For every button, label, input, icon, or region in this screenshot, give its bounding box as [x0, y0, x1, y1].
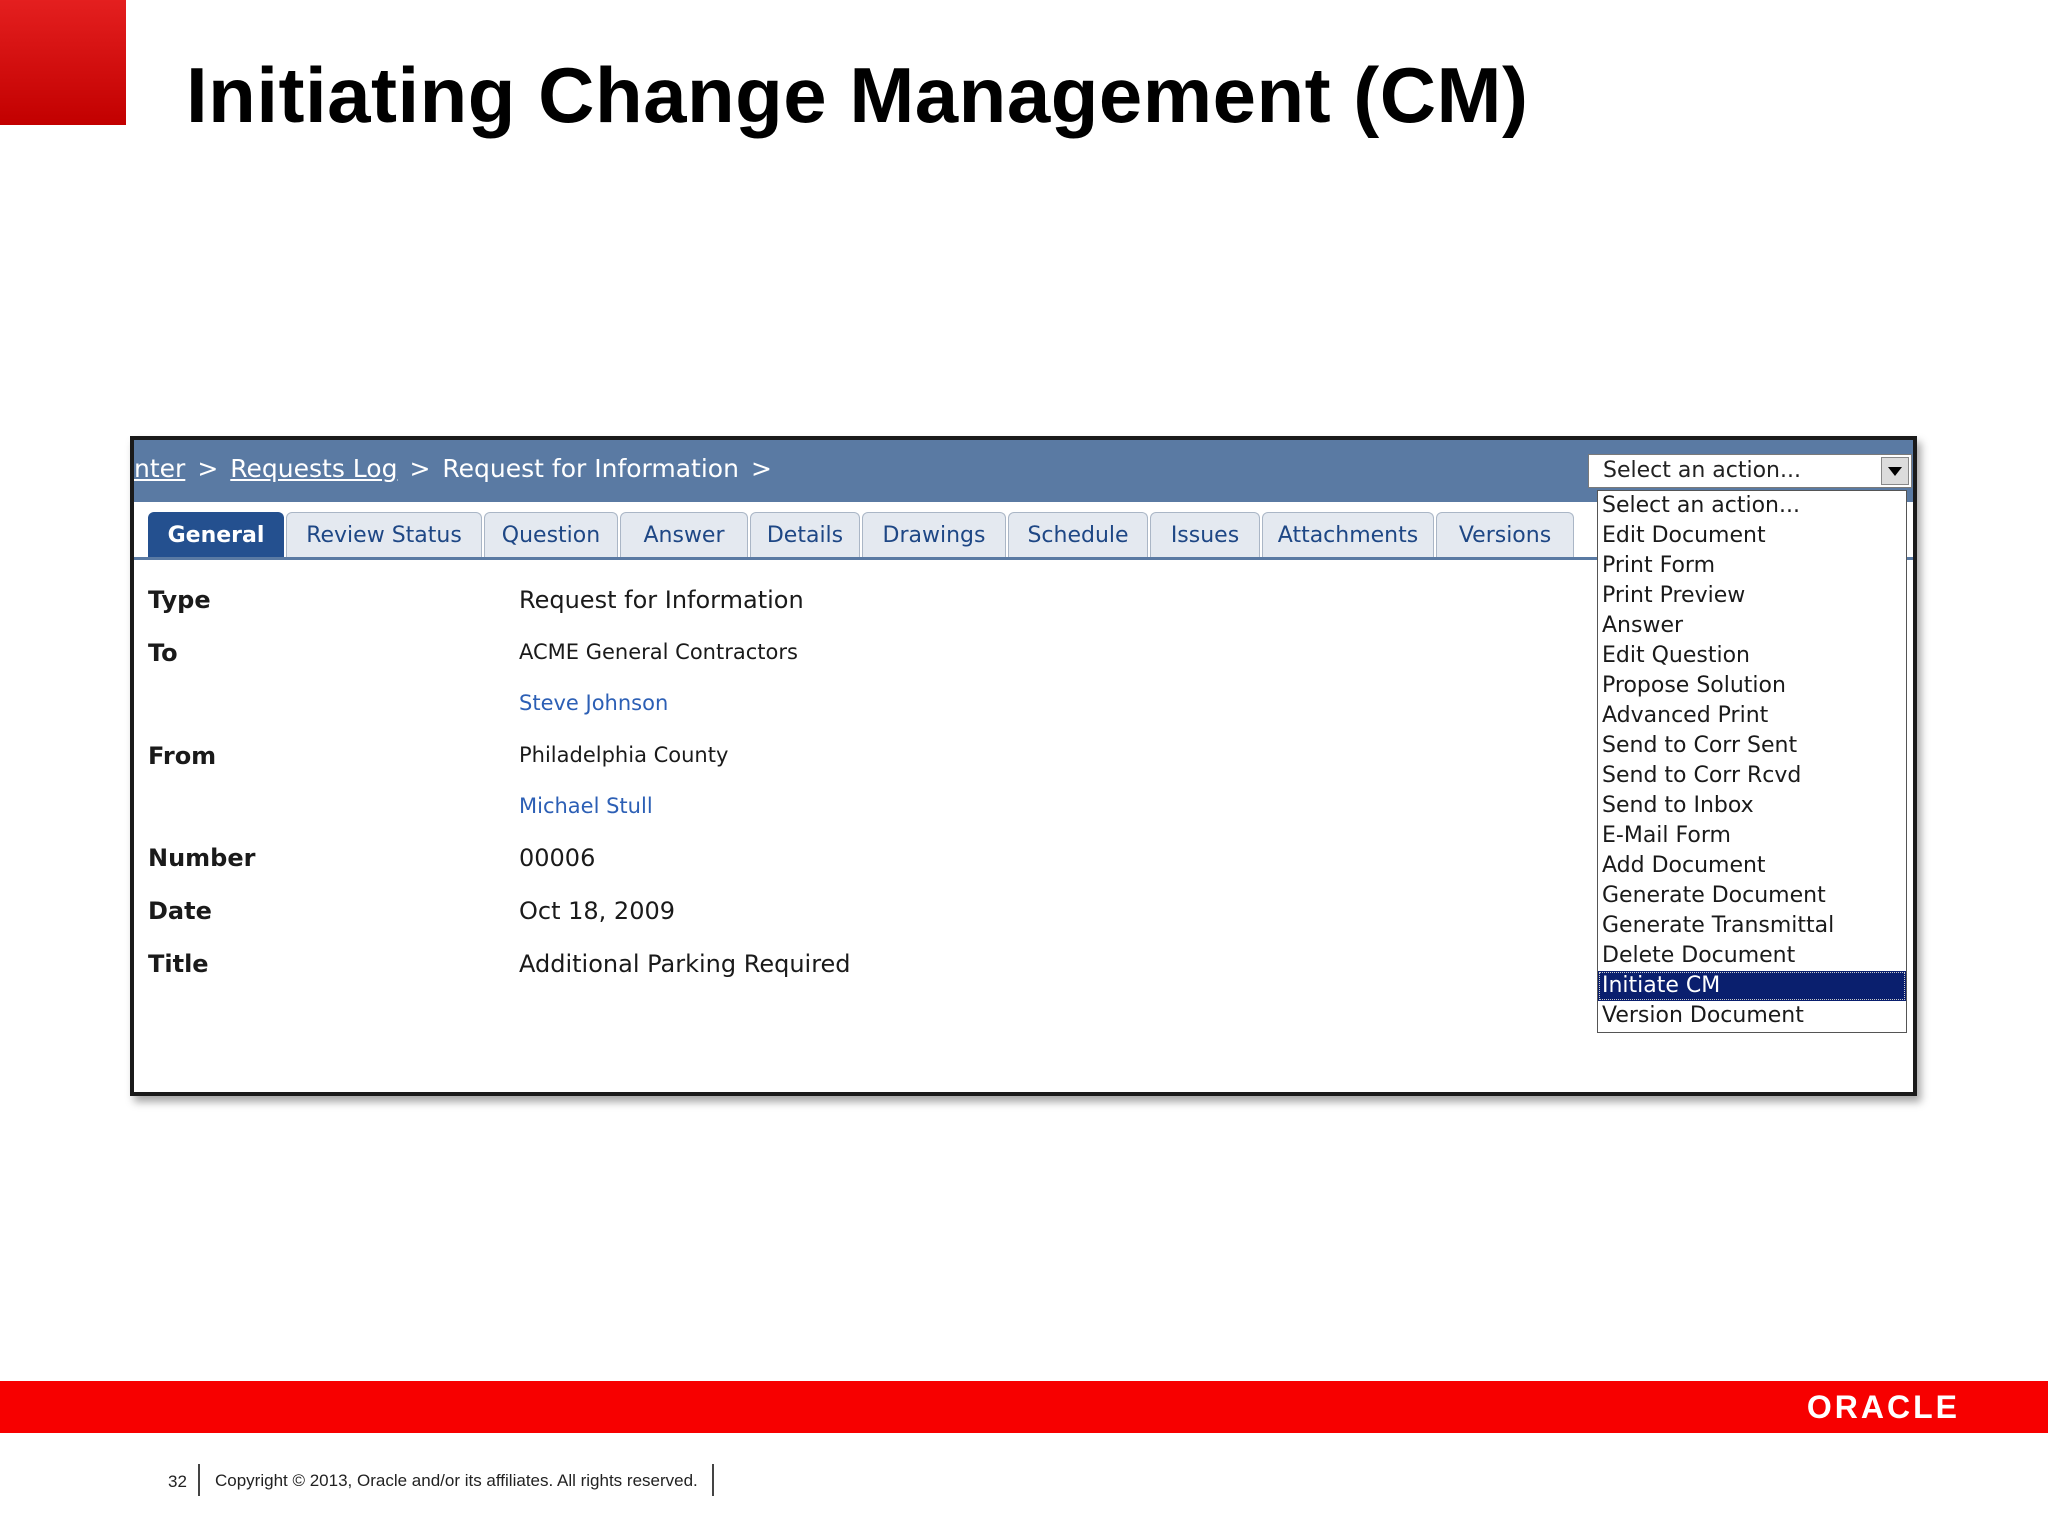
number-value: 00006 — [519, 844, 596, 872]
breadcrumb: nter > Requests Log > Request for Informatio… — [134, 454, 934, 483]
dropdown-option-send-to-corr-rcvd[interactable]: Send to Corr Rcvd — [1598, 761, 1906, 791]
brand-corner-block — [0, 0, 126, 125]
slide-title: Initiating Change Management (CM) — [186, 51, 1529, 139]
tab-schedule[interactable]: Schedule — [1008, 512, 1148, 557]
tab-question[interactable]: Question — [484, 512, 618, 557]
tab-general[interactable]: General — [148, 512, 284, 557]
breadcrumb-separator: > — [750, 454, 772, 483]
to-contact-link[interactable]: Steve Johnson — [519, 691, 668, 715]
dropdown-option-edit-question[interactable]: Edit Question — [1598, 641, 1906, 671]
dropdown-option-email-form[interactable]: E-Mail Form — [1598, 821, 1906, 851]
tab-attachments[interactable]: Attachments — [1262, 512, 1434, 557]
dropdown-option-propose-solution[interactable]: Propose Solution — [1598, 671, 1906, 701]
dropdown-option-advanced-print[interactable]: Advanced Print — [1598, 701, 1906, 731]
app-screenshot: nter > Requests Log > Request for Informatio… — [130, 436, 1917, 1096]
action-dropdown-list: Select an action... Edit Document Print … — [1597, 490, 1907, 1033]
dropdown-option-add-document[interactable]: Add Document — [1598, 851, 1906, 881]
footer-brand-bar: ORACLE — [0, 1381, 2048, 1433]
breadcrumb-link-requests-log[interactable]: Requests Log — [230, 454, 397, 483]
action-select[interactable]: Select an action... — [1588, 454, 1912, 488]
breadcrumb-separator: > — [197, 454, 219, 483]
tab-review-status[interactable]: Review Status — [286, 512, 482, 557]
dropdown-option-select-action[interactable]: Select an action... — [1598, 491, 1906, 521]
dropdown-option-version-document[interactable]: Version Document — [1598, 1001, 1906, 1031]
from-contact-link[interactable]: Michael Stull — [519, 794, 653, 818]
number-label: Number — [148, 844, 256, 872]
type-label: Type — [148, 586, 211, 614]
oracle-logo: ORACLE — [1806, 1389, 1960, 1425]
dropdown-option-generate-document[interactable]: Generate Document — [1598, 881, 1906, 911]
footer-divider — [198, 1464, 200, 1496]
tab-details[interactable]: Details — [750, 512, 860, 557]
chevron-down-icon[interactable] — [1881, 457, 1909, 485]
page-number: 32 — [168, 1472, 187, 1491]
action-select-value: Select an action... — [1603, 458, 1801, 483]
tab-issues[interactable]: Issues — [1150, 512, 1260, 557]
dropdown-option-send-to-inbox[interactable]: Send to Inbox — [1598, 791, 1906, 821]
tab-drawings[interactable]: Drawings — [862, 512, 1006, 557]
dropdown-option-generate-transmittal[interactable]: Generate Transmittal — [1598, 911, 1906, 941]
breadcrumb-current: Request for Information — [442, 454, 739, 483]
tab-answer[interactable]: Answer — [620, 512, 748, 557]
copyright-text: Copyright © 2013, Oracle and/or its affi… — [215, 1471, 698, 1490]
dropdown-option-send-to-corr-sent[interactable]: Send to Corr Sent — [1598, 731, 1906, 761]
title-value: Additional Parking Required — [519, 950, 851, 978]
date-label: Date — [148, 897, 212, 925]
to-company: ACME General Contractors — [519, 640, 798, 664]
from-label: From — [148, 742, 217, 770]
footer-divider — [712, 1464, 714, 1496]
type-value: Request for Information — [519, 586, 804, 614]
breadcrumb-separator: > — [409, 454, 431, 483]
dropdown-option-print-preview[interactable]: Print Preview — [1598, 581, 1906, 611]
from-company: Philadelphia County — [519, 743, 729, 767]
dropdown-option-print-form[interactable]: Print Form — [1598, 551, 1906, 581]
title-label: Title — [148, 950, 209, 978]
dropdown-option-delete-document[interactable]: Delete Document — [1598, 941, 1906, 971]
to-label: To — [148, 639, 178, 667]
dropdown-option-answer[interactable]: Answer — [1598, 611, 1906, 641]
date-value: Oct 18, 2009 — [519, 897, 675, 925]
dropdown-option-edit-document[interactable]: Edit Document — [1598, 521, 1906, 551]
breadcrumb-link-center[interactable]: nter — [134, 454, 185, 483]
dropdown-option-initiate-cm[interactable]: Initiate CM — [1598, 971, 1906, 1001]
tab-versions[interactable]: Versions — [1436, 512, 1574, 557]
